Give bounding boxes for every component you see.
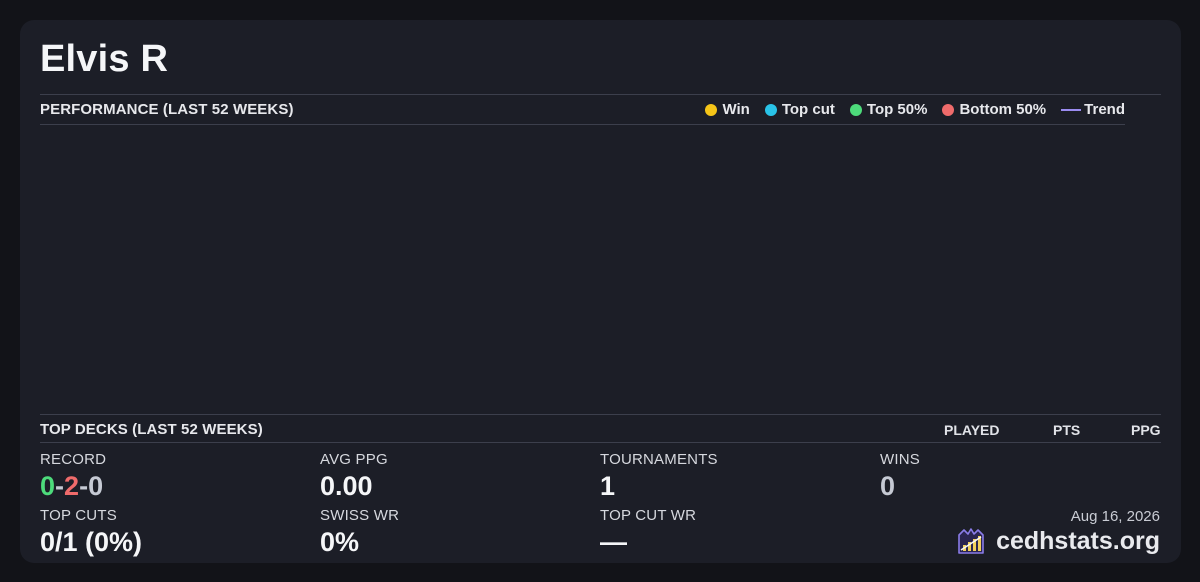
- legend-line-marker: [1061, 108, 1082, 111]
- avg-ppg-label: AVG PPG: [320, 451, 388, 468]
- legend-dot-marker: [942, 103, 955, 116]
- record-label: RECORD: [40, 451, 107, 468]
- legend-item-win: Win: [705, 101, 750, 118]
- record-separator: -: [79, 471, 89, 501]
- swiss-wr-value: 0%: [320, 527, 360, 557]
- divider-decks-bottom: [40, 442, 1161, 443]
- record-wins: 0: [40, 471, 56, 501]
- avg-ppg-value: 0.00: [320, 471, 373, 501]
- legend-label: Trend: [1084, 101, 1125, 118]
- top-cut-wr-value: —: [600, 527, 627, 557]
- column-ppg: PPG: [1131, 422, 1161, 438]
- legend-label: Top cut: [781, 101, 835, 118]
- legend-item-top-cut: Top cut: [764, 101, 835, 118]
- divider-top: [40, 94, 1161, 95]
- tournaments-value: 1: [600, 471, 616, 501]
- brand-name[interactable]: cedhstats.org: [996, 527, 1160, 556]
- chart-divider: [40, 124, 1125, 125]
- divider-decks-top: [40, 414, 1161, 415]
- tournaments-label: TOURNAMENTS: [600, 451, 718, 468]
- report-date: Aug 16, 2026: [1070, 508, 1160, 525]
- record-value: 0-2-0: [40, 471, 103, 502]
- legend-dot-marker: [705, 103, 718, 116]
- performance-heading: PERFORMANCE (LAST 52 WEEKS): [40, 101, 294, 118]
- top-cut-wr-label: TOP CUT WR: [600, 507, 697, 524]
- record-losses: 2: [64, 471, 80, 501]
- cedhstats-logo-icon: [958, 528, 984, 554]
- wins-label: WINS: [880, 451, 920, 468]
- wins-value: 0: [880, 471, 896, 501]
- legend-dot-marker: [764, 103, 777, 116]
- top-cuts-label: TOP CUTS: [40, 507, 117, 524]
- legend-dot-marker: [849, 103, 862, 116]
- brand[interactable]: cedhstats.org: [956, 526, 1160, 556]
- swiss-wr-label: SWISS WR: [320, 507, 400, 524]
- legend-item-bottom-50: Bottom 50%: [942, 101, 1046, 118]
- top-decks-heading: TOP DECKS (LAST 52 WEEKS): [40, 421, 263, 438]
- chart-legend: Win Top cut Top 50% Bottom 50% Trend: [705, 101, 1125, 118]
- performance-chart: [40, 126, 1125, 412]
- legend-label: Bottom 50%: [959, 101, 1047, 118]
- player-name: Elvis R: [40, 38, 169, 80]
- legend-item-trend: Trend: [1061, 101, 1125, 118]
- legend-item-top-50: Top 50%: [849, 101, 928, 118]
- legend-label: Win: [722, 101, 750, 118]
- top-cuts-value: 0/1 (0%): [40, 527, 143, 557]
- column-pts: PTS: [1053, 422, 1081, 438]
- legend-label: Top 50%: [866, 101, 928, 118]
- record-draws: 0: [88, 471, 104, 501]
- column-played: PLAYED: [944, 422, 1000, 438]
- record-separator: -: [55, 471, 65, 501]
